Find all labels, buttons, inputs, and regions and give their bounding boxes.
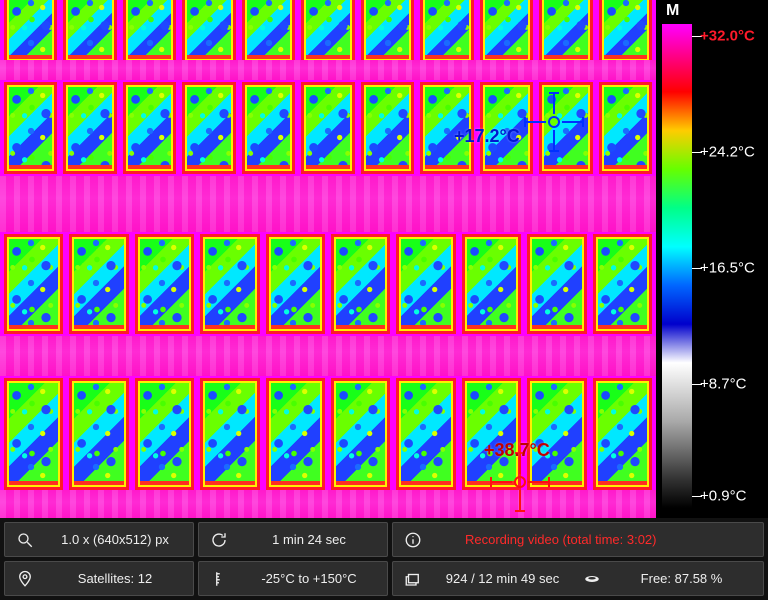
zoom-resolution-text: 1.0 x (640x512) px: [47, 532, 183, 547]
zoom-resolution-cell[interactable]: 1.0 x (640x512) px: [4, 522, 194, 557]
thermal-camera-ui: +17.2°C +38.7°C M +32.0°C +24.2°C +16.5°…: [0, 0, 768, 600]
color-scale-panel: M +32.0°C +24.2°C +16.5°C +8.7°C +0.9°C: [656, 0, 768, 518]
interval-cell[interactable]: 1 min 24 sec: [198, 522, 388, 557]
interval-text: 1 min 24 sec: [241, 532, 377, 547]
satellites-text: Satellites: 12: [47, 571, 183, 586]
plot-row: [0, 230, 656, 338]
scale-max-label: +32.0°C: [700, 28, 755, 45]
satellites-cell[interactable]: Satellites: 12: [4, 561, 194, 596]
road-strip: [0, 176, 656, 232]
plot-row: [0, 374, 656, 494]
gallery-icon: [403, 569, 423, 589]
palette-mode-label: M: [666, 2, 679, 20]
thermal-image-viewport[interactable]: +17.2°C +38.7°C: [0, 0, 656, 518]
thermometer-icon: [209, 569, 229, 589]
recording-status-text: Recording video (total time: 3:02): [435, 532, 753, 547]
recording-status-cell[interactable]: Recording video (total time: 3:02): [392, 522, 764, 557]
captures-text: 924 / 12 min 49 sec: [431, 571, 574, 586]
scale-min-label: +0.9°C: [700, 488, 746, 505]
storage-icon: [582, 569, 602, 589]
road-strip: [0, 60, 656, 80]
color-scale-bar[interactable]: [662, 24, 692, 508]
location-pin-icon: [15, 569, 35, 589]
road-strip: [0, 490, 656, 518]
captures-and-storage-cell[interactable]: 924 / 12 min 49 sec Free: 87.58 %: [392, 561, 764, 596]
plot-row: [0, 0, 656, 68]
plot-row: [0, 78, 656, 178]
magnifier-icon: [15, 530, 35, 550]
scale-q3-label: +24.2°C: [700, 144, 755, 161]
temperature-range-text: -25°C to +150°C: [241, 571, 377, 586]
info-icon: [403, 530, 423, 550]
storage-text: Free: 87.58 %: [610, 571, 753, 586]
scale-q1-label: +8.7°C: [700, 376, 746, 393]
hot-spot-temp-label: +38.7°C: [484, 440, 550, 461]
cold-spot-temp-label: +17.2°C: [454, 126, 520, 147]
scale-q2-label: +16.5°C: [700, 260, 755, 277]
refresh-icon: [209, 530, 229, 550]
temperature-range-cell[interactable]: -25°C to +150°C: [198, 561, 388, 596]
status-bar: 1.0 x (640x512) px 1 min 24 sec Recordin…: [0, 518, 768, 600]
road-strip: [0, 336, 656, 376]
